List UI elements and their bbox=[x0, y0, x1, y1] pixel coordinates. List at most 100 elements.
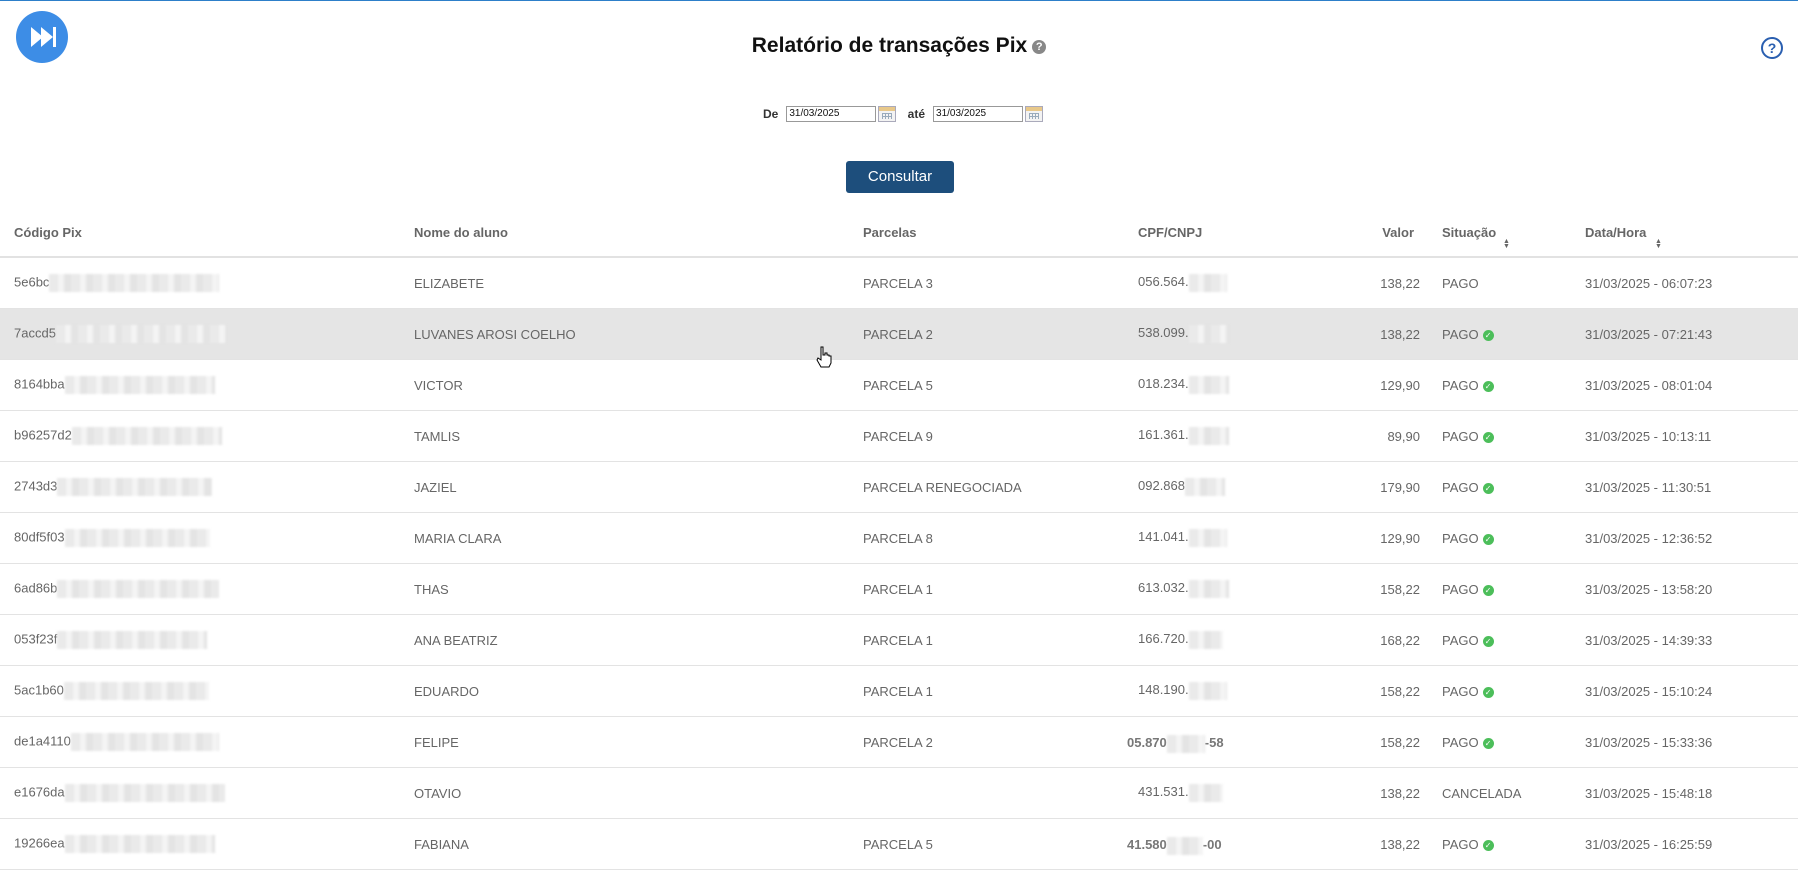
redacted-pix-code bbox=[64, 529, 210, 547]
pix-code: 80df5f03 bbox=[14, 529, 65, 545]
cell-codigo-pix: 19266ea bbox=[0, 818, 414, 870]
cell-cpf: 05.870 -58 bbox=[1127, 716, 1338, 768]
cell-data-hora: 31/03/2025 - 15:48:18 bbox=[1585, 767, 1798, 819]
table-row[interactable]: 8164bba VICTOR PARCELA 5 018.234. 129,90 PAGO… bbox=[0, 359, 1798, 411]
consultar-button[interactable]: Consultar bbox=[846, 161, 954, 193]
cpf-prefix: 431.531. bbox=[1138, 784, 1189, 800]
table-row[interactable]: 7accd5 LUVANES AROSI COELHO PARCELA 2 538.0… bbox=[0, 308, 1798, 360]
redacted-cpf bbox=[1188, 631, 1223, 649]
redacted-pix-code bbox=[64, 835, 215, 853]
cell-nome: VICTOR bbox=[414, 359, 863, 411]
from-date-input[interactable]: 31/03/2025 bbox=[786, 106, 877, 122]
redacted-cpf bbox=[1188, 427, 1229, 445]
table-row[interactable]: 2743d3 JAZIEL PARCELA RENEGOCIADA 092.868 17… bbox=[0, 461, 1798, 513]
cell-data-hora: 31/03/2025 - 15:10:24 bbox=[1585, 665, 1798, 717]
redacted-cpf bbox=[1188, 580, 1229, 598]
cell-data-hora: 31/03/2025 - 11:30:51 bbox=[1585, 461, 1798, 513]
cell-situacao: PAGO ✓ bbox=[1442, 461, 1585, 513]
to-date-input[interactable]: 31/03/2025 bbox=[933, 106, 1024, 122]
col-header-parcelas[interactable]: Parcelas bbox=[863, 209, 1138, 258]
table-row[interactable]: 053f23f ANA BEATRIZ PARCELA 1 166.720. 168,2… bbox=[0, 614, 1798, 666]
pix-code: 8164bba bbox=[14, 376, 65, 392]
pix-code: 5e6bc bbox=[14, 274, 50, 290]
cell-valor: 129,90 bbox=[1338, 512, 1442, 564]
help-icon[interactable]: ? bbox=[1761, 37, 1783, 59]
table-row[interactable]: 5e6bc ELIZABETE PARCELA 3 056.564. 138,22 PAG… bbox=[0, 257, 1798, 309]
redacted-pix-code bbox=[64, 784, 225, 802]
cpf-prefix: 613.032. bbox=[1138, 580, 1189, 596]
cell-parcela: PARCELA RENEGOCIADA bbox=[863, 461, 1138, 513]
sort-icon[interactable]: ▲ ▼ bbox=[1655, 238, 1662, 250]
cell-nome: THAS bbox=[414, 563, 863, 615]
col-header-valor[interactable]: Valor bbox=[1338, 209, 1442, 258]
top-border bbox=[0, 0, 1798, 1]
redacted-cpf bbox=[1188, 274, 1227, 292]
table-row[interactable]: 19266ea FABIANA PARCELA 5 41.580 -00 138,22 PA… bbox=[0, 818, 1798, 870]
status-text: PAGO bbox=[1442, 836, 1479, 852]
cell-data-hora: 31/03/2025 - 15:33:36 bbox=[1585, 716, 1798, 768]
cell-nome: ELIZABETE bbox=[414, 257, 863, 309]
hand-cursor-icon bbox=[816, 346, 832, 368]
cell-cpf: 161.361. bbox=[1138, 410, 1338, 462]
redacted-cpf bbox=[1188, 529, 1227, 547]
cell-parcela: PARCELA 1 bbox=[863, 563, 1138, 615]
check-circle-icon: ✓ bbox=[1482, 329, 1494, 341]
pix-code: 2743d3 bbox=[14, 478, 58, 494]
table-row[interactable]: 6ad86b THAS PARCELA 1 613.032. 158,22 PAGO ✓ 31… bbox=[0, 563, 1798, 615]
status-text: PAGO bbox=[1442, 734, 1479, 750]
cell-parcela bbox=[863, 767, 1138, 819]
cell-nome: TAMLIS bbox=[414, 410, 863, 462]
col-header-cpf[interactable]: CPF/CNPJ bbox=[1138, 209, 1338, 258]
pix-code: 053f23f bbox=[14, 631, 58, 647]
col-header-situacao[interactable]: Situação ▲ ▼ bbox=[1442, 209, 1585, 258]
cpf-prefix: 148.190. bbox=[1138, 682, 1189, 698]
cell-nome: FELIPE bbox=[414, 716, 863, 768]
pix-code: 6ad86b bbox=[14, 580, 58, 596]
cell-nome: LUVANES AROSI COELHO bbox=[414, 308, 863, 360]
redacted-pix-code bbox=[63, 682, 209, 700]
col-header-codigo-pix[interactable]: Código Pix bbox=[0, 209, 414, 258]
table-row[interactable]: de1a4110 FELIPE PARCELA 2 05.870 -58 158,22 PA… bbox=[0, 716, 1798, 768]
calendar-icon[interactable] bbox=[878, 106, 897, 122]
status-text: PAGO bbox=[1442, 479, 1479, 495]
table-row[interactable]: b96257d2 TAMLIS PARCELA 9 161.361. 89,90 PAGO… bbox=[0, 410, 1798, 462]
cell-cpf: 092.868 bbox=[1138, 461, 1338, 513]
cell-data-hora: 31/03/2025 - 06:07:23 bbox=[1585, 257, 1798, 309]
sort-icon[interactable]: ▲ ▼ bbox=[1503, 238, 1510, 250]
check-circle-icon: ✓ bbox=[1482, 482, 1494, 494]
status-text: PAGO bbox=[1442, 428, 1479, 444]
cell-data-hora: 31/03/2025 - 12:36:52 bbox=[1585, 512, 1798, 564]
pix-code: 5ac1b60 bbox=[14, 682, 64, 698]
table-row[interactable]: 80df5f03 MARIA CLARA PARCELA 8 141.041. 129,… bbox=[0, 512, 1798, 564]
check-circle-icon: ✓ bbox=[1482, 584, 1494, 596]
cell-parcela: PARCELA 2 bbox=[863, 308, 1138, 360]
redacted-pix-code bbox=[55, 325, 226, 343]
cell-parcela: PARCELA 5 bbox=[863, 818, 1138, 870]
cell-valor: 129,90 bbox=[1338, 359, 1442, 411]
cell-valor: 179,90 bbox=[1338, 461, 1442, 513]
calendar-icon[interactable] bbox=[1025, 106, 1044, 122]
status-text: PAGO bbox=[1442, 683, 1479, 699]
cell-parcela: PARCELA 2 bbox=[863, 716, 1138, 768]
status-text: PAGO bbox=[1442, 377, 1479, 393]
col-header-situacao-label: Situação bbox=[1442, 225, 1497, 240]
redacted-pix-code bbox=[49, 274, 220, 292]
table-row[interactable]: e1676da OTAVIO 431.531. 138,22 CANCELADA 31/0… bbox=[0, 767, 1798, 819]
cell-situacao: CANCELADA bbox=[1442, 767, 1585, 819]
cell-nome: MARIA CLARA bbox=[414, 512, 863, 564]
redacted-pix-code bbox=[70, 733, 219, 751]
cell-situacao: PAGO ✓ bbox=[1442, 563, 1585, 615]
cell-codigo-pix: 80df5f03 bbox=[0, 512, 414, 564]
table-row[interactable]: 5ac1b60 EDUARDO PARCELA 1 148.190. 158,22 PAG… bbox=[0, 665, 1798, 717]
cell-situacao: PAGO bbox=[1442, 257, 1585, 309]
cell-valor: 168,22 bbox=[1338, 614, 1442, 666]
cell-situacao: PAGO ✓ bbox=[1442, 512, 1585, 564]
cell-cpf: 41.580 -00 bbox=[1127, 818, 1338, 870]
col-header-data-hora[interactable]: Data/Hora ▲ ▼ bbox=[1585, 209, 1798, 258]
redacted-pix-code bbox=[71, 427, 222, 445]
col-header-nome[interactable]: Nome do aluno bbox=[414, 209, 863, 258]
cell-nome: JAZIEL bbox=[414, 461, 863, 513]
cell-cpf: 166.720. bbox=[1138, 614, 1338, 666]
pix-code: e1676da bbox=[14, 784, 65, 800]
question-icon[interactable]: ? bbox=[1032, 40, 1047, 54]
